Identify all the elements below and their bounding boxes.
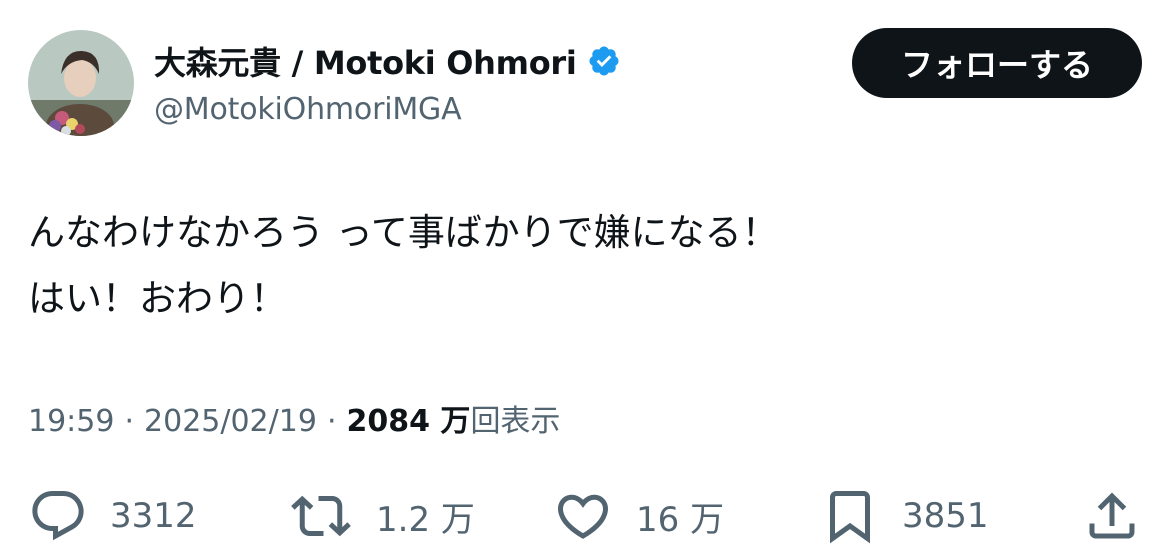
retweet-icon <box>291 495 351 537</box>
meta-separator: · <box>124 404 135 439</box>
author-handle[interactable]: @MotokiOhmoriMGA <box>154 92 621 127</box>
verified-badge-icon <box>587 44 621 78</box>
heart-icon <box>557 494 609 539</box>
author-names: 大森元貴 / Motoki Ohmori @MotokiOhmoriMGA <box>154 40 621 127</box>
views-count[interactable]: 2084 万 <box>346 396 470 440</box>
tweet-meta: 19:59 · 2025/02/19 · 2084 万 回表示 <box>28 396 560 440</box>
tweet-text-line-2: はい！おわり！ <box>28 277 287 320</box>
bookmark-icon <box>830 491 870 544</box>
retweet-button[interactable]: 1.2 万 <box>288 478 475 554</box>
display-name-row: 大森元貴 / Motoki Ohmori <box>154 40 621 82</box>
follow-button[interactable]: フォローする <box>852 28 1142 98</box>
tweet-date[interactable]: 2025/02/19 <box>144 404 317 439</box>
tweet-text: んなわけなかろう って事ばかりで嫌になる！ はい！おわり！ <box>28 200 1138 332</box>
action-bar: 3312 1.2 万 16 万 3851 <box>0 478 1170 554</box>
tweet-header: 大森元貴 / Motoki Ohmori @MotokiOhmoriMGA フォ… <box>28 28 1142 140</box>
tweet-time[interactable]: 19:59 <box>28 404 114 439</box>
tweet-text-line-1: んなわけなかろう って事ばかりで嫌になる！ <box>28 211 779 254</box>
display-name[interactable]: 大森元貴 / Motoki Ohmori <box>154 38 577 84</box>
like-button[interactable]: 16 万 <box>552 478 724 554</box>
like-count: 16 万 <box>636 499 725 540</box>
reply-button[interactable]: 3312 <box>28 478 197 554</box>
share-button[interactable] <box>1082 478 1142 554</box>
meta-separator: · <box>326 404 337 439</box>
bookmark-count: 3851 <box>902 496 989 536</box>
views-label: 回表示 <box>470 404 561 439</box>
avatar-image <box>28 30 134 136</box>
reply-count: 3312 <box>110 496 197 536</box>
reply-icon <box>32 491 84 541</box>
bookmark-button[interactable]: 3851 <box>820 478 989 554</box>
avatar[interactable] <box>28 30 134 136</box>
share-icon <box>1089 492 1135 539</box>
retweet-count: 1.2 万 <box>376 499 475 540</box>
